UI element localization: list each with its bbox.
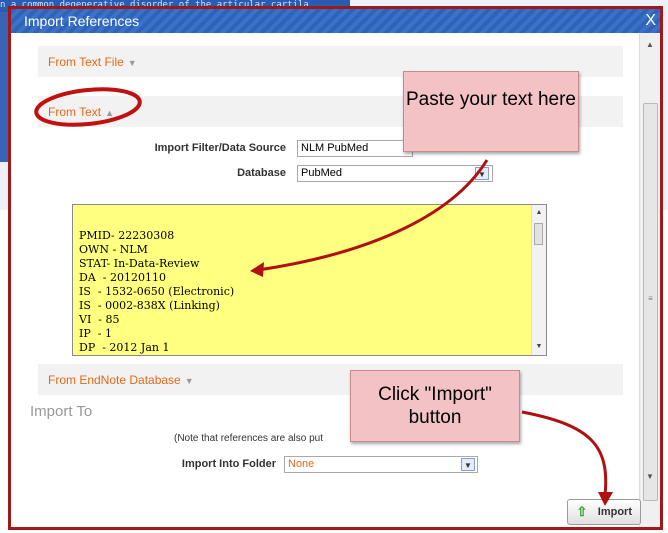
paste-arrow-head [250,262,264,277]
import-arrow-head [598,492,613,506]
import-callout: Click "Import" button [350,370,520,442]
import-arrow [521,410,608,496]
highlight-ellipse [34,87,142,127]
paste-arrow [257,159,489,272]
paste-callout: Paste your text here [403,71,579,152]
paste-callout-text: Paste your text here [405,89,577,110]
import-callout-text: Click "Import" button [378,384,492,428]
